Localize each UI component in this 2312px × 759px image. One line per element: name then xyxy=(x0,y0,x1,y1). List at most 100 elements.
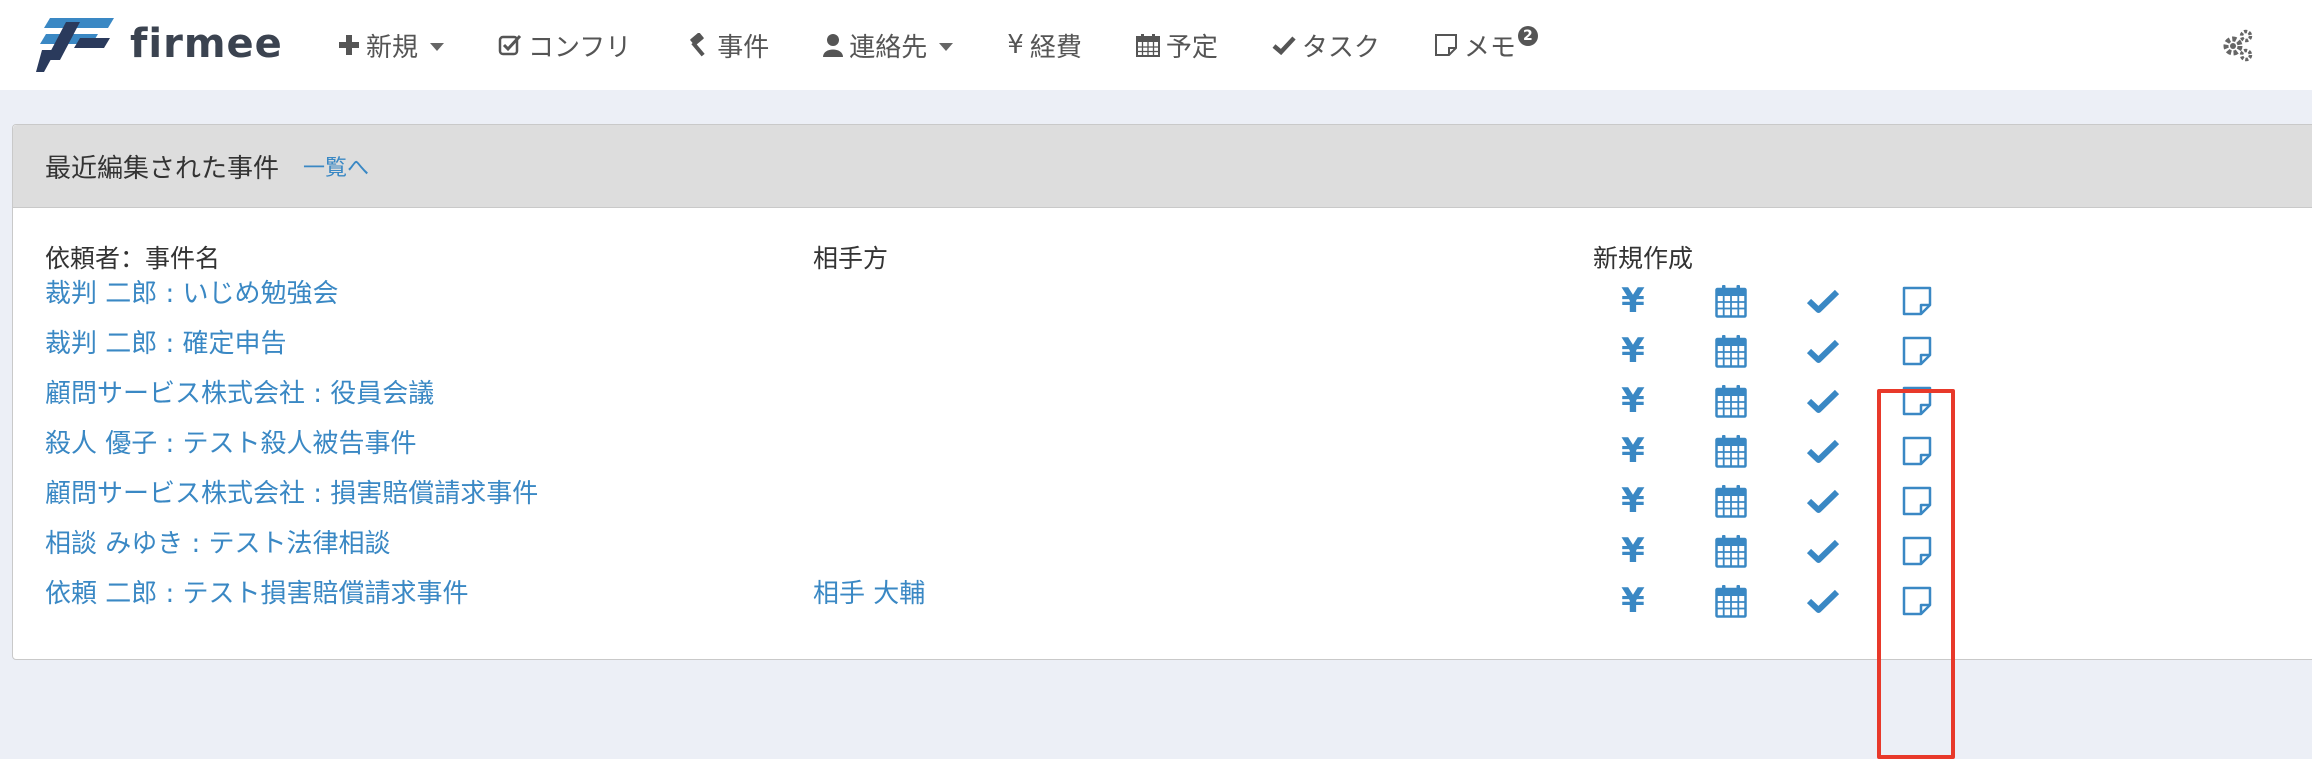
new-memo-button[interactable] xyxy=(1897,431,1937,471)
gavel-icon xyxy=(685,33,711,57)
case-link[interactable]: 相談 みゆき : テスト法律相談 xyxy=(45,523,391,560)
calendar-icon xyxy=(1715,535,1747,568)
calendar-icon xyxy=(1715,485,1747,518)
plus-icon xyxy=(338,34,360,56)
checkbox-icon xyxy=(498,33,522,57)
top-navbar: firmee 新規 コンフリ 事件 連絡先 ¥ 経費 予定 タスク メモ 2 xyxy=(0,0,2312,90)
check-icon xyxy=(1806,389,1840,413)
memo-count-badge: 2 xyxy=(1517,26,1538,46)
case-link[interactable]: 殺人 優子 : テスト殺人被告事件 xyxy=(45,423,417,460)
nav-item-expenses-label: 経費 xyxy=(1029,32,1082,63)
column-header-create: 新規作成 xyxy=(1593,244,1694,273)
recent-cases-panel: 最近編集された事件 一覧へ 依頼者：事件名 相手方 新規作成 裁判 二郎 : い… xyxy=(12,124,2312,759)
yen-icon: ¥ xyxy=(1621,381,1645,421)
nav-item-conflict[interactable]: コンフリ xyxy=(498,27,631,64)
new-expense-button[interactable]: ¥ xyxy=(1613,281,1653,321)
table-row: 殺人 優子 : テスト殺人被告事件 ¥ xyxy=(13,423,2312,473)
nav-item-cases-label: 事件 xyxy=(717,32,770,63)
nav-menu: 新規 コンフリ 事件 連絡先 ¥ 経費 予定 タスク メモ 2 xyxy=(338,0,1592,90)
check-icon xyxy=(1806,589,1840,613)
new-expense-button[interactable]: ¥ xyxy=(1613,581,1653,621)
new-schedule-button[interactable] xyxy=(1711,331,1751,371)
new-task-button[interactable] xyxy=(1803,381,1843,421)
new-task-button[interactable] xyxy=(1803,481,1843,521)
firmee-logo-icon xyxy=(36,18,114,72)
column-header-case: 依頼者：事件名 xyxy=(45,244,221,273)
new-expense-button[interactable]: ¥ xyxy=(1613,481,1653,521)
nav-item-conflict-label: コンフリ xyxy=(528,32,632,63)
case-link[interactable]: 顧問サービス株式会社 : 役員会議 xyxy=(45,373,434,410)
new-expense-button[interactable]: ¥ xyxy=(1613,431,1653,471)
memo-icon xyxy=(1434,33,1458,57)
nav-item-schedule-label: 予定 xyxy=(1165,32,1218,63)
user-icon xyxy=(823,33,844,57)
table-row: 依頼 二郎 : テスト損害賠償請求事件 相手 大輔 ¥ xyxy=(13,573,2312,623)
gears-icon xyxy=(2223,29,2253,62)
brand[interactable]: firmee xyxy=(36,14,283,74)
table-row: 顧問サービス株式会社 : 損害賠償請求事件 ¥ xyxy=(13,473,2312,523)
nav-item-expenses[interactable]: ¥ 経費 xyxy=(1007,27,1082,64)
nav-item-tasks-label: タスク xyxy=(1301,32,1380,63)
yen-icon: ¥ xyxy=(1621,481,1645,521)
calendar-icon xyxy=(1715,335,1747,368)
nav-item-tasks[interactable]: タスク xyxy=(1272,27,1380,64)
memo-icon xyxy=(1902,336,1932,366)
chevron-down-icon xyxy=(939,43,954,51)
memo-icon xyxy=(1902,486,1932,516)
yen-icon: ¥ xyxy=(1621,531,1645,571)
settings-button[interactable] xyxy=(2220,28,2254,62)
new-task-button[interactable] xyxy=(1803,431,1843,471)
new-expense-button[interactable]: ¥ xyxy=(1613,331,1653,371)
new-schedule-button[interactable] xyxy=(1711,531,1751,571)
nav-item-contacts-label: 連絡先 xyxy=(849,32,928,63)
new-memo-button[interactable] xyxy=(1897,381,1937,421)
case-link[interactable]: 裁判 二郎 : いじめ勉強会 xyxy=(45,273,339,310)
table-row: 裁判 二郎 : いじめ勉強会 ¥ xyxy=(13,273,2312,323)
new-memo-button[interactable] xyxy=(1897,481,1937,521)
memo-icon xyxy=(1902,586,1932,616)
nav-item-contacts[interactable]: 連絡先 xyxy=(823,27,954,64)
memo-icon xyxy=(1902,436,1932,466)
nav-item-memo[interactable]: メモ 2 xyxy=(1434,26,1538,64)
yen-icon: ¥ xyxy=(1621,331,1645,371)
new-task-button[interactable] xyxy=(1803,281,1843,321)
new-expense-button[interactable]: ¥ xyxy=(1613,381,1653,421)
check-icon xyxy=(1806,339,1840,363)
case-link[interactable]: 依頼 二郎 : テスト損害賠償請求事件 xyxy=(45,573,469,610)
column-header-opponent: 相手方 xyxy=(813,244,889,273)
nav-item-cases[interactable]: 事件 xyxy=(685,27,769,64)
table-row: 顧問サービス株式会社 : 役員会議 ¥ xyxy=(13,373,2312,423)
new-task-button[interactable] xyxy=(1803,331,1843,371)
new-expense-button[interactable]: ¥ xyxy=(1613,531,1653,571)
new-task-button[interactable] xyxy=(1803,581,1843,621)
calendar-icon xyxy=(1715,585,1747,618)
calendar-icon xyxy=(1715,385,1747,418)
yen-icon: ¥ xyxy=(1007,30,1024,60)
brand-name: firmee xyxy=(130,21,283,67)
new-memo-button[interactable] xyxy=(1897,331,1937,371)
view-all-link[interactable]: 一覧へ xyxy=(303,150,369,182)
opponent-link[interactable]: 相手 大輔 xyxy=(813,573,925,610)
table-header: 依頼者：事件名 相手方 新規作成 xyxy=(45,239,2295,273)
calendar-icon xyxy=(1715,435,1747,468)
case-link[interactable]: 顧問サービス株式会社 : 損害賠償請求事件 xyxy=(45,473,538,510)
new-memo-button[interactable] xyxy=(1897,531,1937,571)
yen-icon: ¥ xyxy=(1621,431,1645,471)
case-link[interactable]: 裁判 二郎 : 確定申告 xyxy=(45,323,287,360)
nav-item-schedule[interactable]: 予定 xyxy=(1135,27,1218,64)
new-task-button[interactable] xyxy=(1803,531,1843,571)
new-memo-button[interactable] xyxy=(1897,281,1937,321)
new-schedule-button[interactable] xyxy=(1711,481,1751,521)
nav-item-new[interactable]: 新規 xyxy=(338,27,445,64)
memo-icon xyxy=(1902,286,1932,316)
panel-heading: 最近編集された事件 一覧へ xyxy=(13,125,2312,208)
new-schedule-button[interactable] xyxy=(1711,581,1751,621)
chevron-down-icon xyxy=(430,43,445,51)
new-schedule-button[interactable] xyxy=(1711,381,1751,421)
yen-icon: ¥ xyxy=(1621,281,1645,321)
memo-icon xyxy=(1902,386,1932,416)
calendar-icon xyxy=(1135,33,1160,57)
new-schedule-button[interactable] xyxy=(1711,281,1751,321)
new-schedule-button[interactable] xyxy=(1711,431,1751,471)
new-memo-button[interactable] xyxy=(1897,581,1937,621)
